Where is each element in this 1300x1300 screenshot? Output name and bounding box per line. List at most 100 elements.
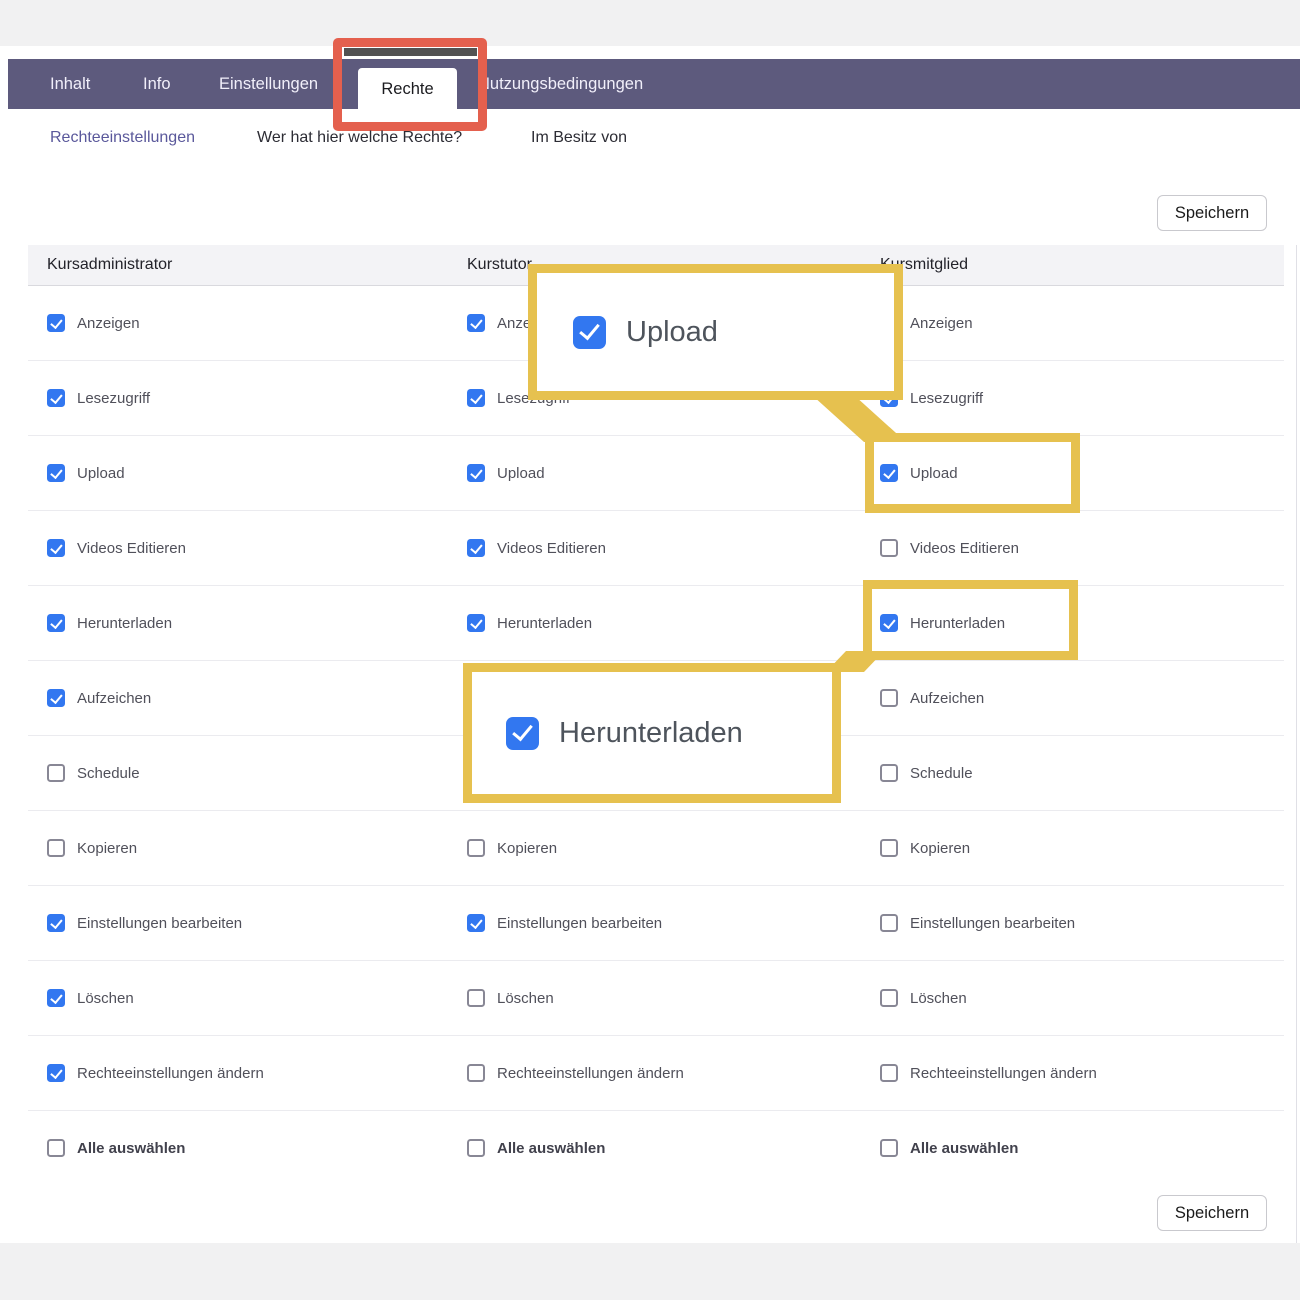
herunterladen-zoom-callout: Herunterladen bbox=[463, 663, 841, 803]
permission-cell: Videos Editieren bbox=[47, 511, 186, 585]
permission-cell: Kopieren bbox=[880, 811, 970, 885]
checkbox-checked[interactable] bbox=[467, 614, 485, 632]
permission-label: Alle auswählen bbox=[77, 1140, 185, 1157]
bottom-gray-band bbox=[0, 1243, 1300, 1300]
tab-inhalt[interactable]: Inhalt bbox=[50, 59, 90, 109]
checkbox-checked-icon bbox=[573, 316, 606, 349]
checkbox-checked[interactable] bbox=[467, 539, 485, 557]
checkbox-checked[interactable] bbox=[467, 914, 485, 932]
permission-cell: Schedule bbox=[880, 736, 973, 810]
permission-cell: Alle auswählen bbox=[47, 1111, 185, 1185]
permission-cell: Löschen bbox=[467, 961, 554, 1035]
checkbox-unchecked[interactable] bbox=[880, 914, 898, 932]
checkbox-unchecked[interactable] bbox=[467, 989, 485, 1007]
permission-cell: Kopieren bbox=[47, 811, 137, 885]
checkbox-checked[interactable] bbox=[47, 539, 65, 557]
checkbox-unchecked[interactable] bbox=[47, 764, 65, 782]
subtab-wer-hat-rechte[interactable]: Wer hat hier welche Rechte? bbox=[257, 129, 462, 149]
checkbox-unchecked[interactable] bbox=[880, 764, 898, 782]
permission-label: Videos Editieren bbox=[497, 540, 606, 557]
checkbox-checked[interactable] bbox=[47, 389, 65, 407]
checkbox-unchecked[interactable] bbox=[880, 1139, 898, 1157]
permission-cell: Löschen bbox=[47, 961, 134, 1035]
checkbox-unchecked[interactable] bbox=[47, 839, 65, 857]
permission-label: Herunterladen bbox=[77, 615, 172, 632]
subtab-im-besitz-von[interactable]: Im Besitz von bbox=[531, 129, 627, 149]
permission-label: Schedule bbox=[77, 765, 140, 782]
permission-cell: Rechteeinstellungen ändern bbox=[880, 1036, 1097, 1110]
permission-label: Herunterladen bbox=[497, 615, 592, 632]
permission-label: Aufzeichen bbox=[77, 690, 151, 707]
permission-label: Einstellungen bearbeiten bbox=[77, 915, 242, 932]
checkbox-checked[interactable] bbox=[47, 1064, 65, 1082]
permission-cell: Alle auswählen bbox=[467, 1111, 605, 1185]
permission-cell: Kopieren bbox=[467, 811, 557, 885]
herunterladen-callout-label: Herunterladen bbox=[559, 717, 743, 750]
table-row: Alle auswählenAlle auswählenAlle auswähl… bbox=[28, 1111, 1284, 1185]
permission-label: Videos Editieren bbox=[77, 540, 186, 557]
tab-info[interactable]: Info bbox=[143, 59, 171, 109]
column-header: Kurstutor bbox=[467, 245, 532, 285]
permission-label: Kopieren bbox=[77, 840, 137, 857]
checkbox-checked[interactable] bbox=[47, 989, 65, 1007]
permission-label: Rechteeinstellungen ändern bbox=[910, 1065, 1097, 1082]
save-button-top[interactable]: Speichern bbox=[1157, 195, 1267, 231]
checkbox-unchecked[interactable] bbox=[880, 1064, 898, 1082]
checkbox-checked-icon bbox=[506, 717, 539, 750]
table-row: Kopieren Kopieren Kopieren bbox=[28, 811, 1284, 886]
table-row: UploadUploadUpload bbox=[28, 436, 1284, 511]
tab-nutzungsbedingungen[interactable]: Nutzungsbedingungen bbox=[478, 59, 643, 109]
permission-cell: Aufzeichen bbox=[47, 661, 151, 735]
permission-cell: Einstellungen bearbeiten bbox=[467, 886, 662, 960]
checkbox-checked[interactable] bbox=[467, 314, 485, 332]
upload-zoom-callout: Upload bbox=[528, 264, 903, 400]
permission-label: Lesezugriff bbox=[910, 390, 983, 407]
permission-label: Upload bbox=[77, 465, 125, 482]
checkbox-unchecked[interactable] bbox=[880, 989, 898, 1007]
permission-cell: Videos Editieren bbox=[467, 511, 606, 585]
checkbox-unchecked[interactable] bbox=[880, 839, 898, 857]
permission-cell: Aufzeichen bbox=[880, 661, 984, 735]
table-row: Einstellungen bearbeiten Einstellungen be… bbox=[28, 886, 1284, 961]
checkbox-checked[interactable] bbox=[47, 914, 65, 932]
checkbox-unchecked[interactable] bbox=[880, 689, 898, 707]
save-button-bottom[interactable]: Speichern bbox=[1157, 1195, 1267, 1231]
red-highlight-annotation bbox=[333, 38, 487, 131]
upload-highlight-frame bbox=[865, 433, 1080, 513]
permission-label: Aufzeichen bbox=[910, 690, 984, 707]
permission-label: Upload bbox=[497, 465, 545, 482]
checkbox-checked[interactable] bbox=[467, 389, 485, 407]
checkbox-checked[interactable] bbox=[47, 689, 65, 707]
checkbox-unchecked[interactable] bbox=[467, 1064, 485, 1082]
permission-label: Anzeigen bbox=[77, 315, 140, 332]
checkbox-checked[interactable] bbox=[47, 614, 65, 632]
permission-label: Rechteeinstellungen ändern bbox=[77, 1065, 264, 1082]
checkbox-unchecked[interactable] bbox=[880, 539, 898, 557]
checkbox-checked[interactable] bbox=[47, 314, 65, 332]
permission-label: Löschen bbox=[910, 990, 967, 1007]
checkbox-checked[interactable] bbox=[47, 464, 65, 482]
checkbox-checked[interactable] bbox=[467, 464, 485, 482]
permission-cell: Rechteeinstellungen ändern bbox=[47, 1036, 264, 1110]
permission-cell: Videos Editieren bbox=[880, 511, 1019, 585]
permission-label: Kopieren bbox=[910, 840, 970, 857]
permission-cell: Anzeigen bbox=[47, 286, 140, 360]
permission-label: Rechteeinstellungen ändern bbox=[497, 1065, 684, 1082]
tab-einstellungen[interactable]: Einstellungen bbox=[219, 59, 318, 109]
checkbox-unchecked[interactable] bbox=[467, 1139, 485, 1157]
permission-label: Videos Editieren bbox=[910, 540, 1019, 557]
checkbox-unchecked[interactable] bbox=[47, 1139, 65, 1157]
table-row: Videos Editieren Videos Editieren Videos E… bbox=[28, 511, 1284, 586]
permission-cell: Schedule bbox=[47, 736, 140, 810]
main-tab-bar: Inhalt Info Einstellungen Rechte Nutzung… bbox=[8, 59, 1300, 109]
permission-cell: Herunterladen bbox=[467, 586, 592, 660]
subtab-rechteeinstellungen[interactable]: Rechteeinstellungen bbox=[50, 129, 195, 149]
permission-label: Schedule bbox=[910, 765, 973, 782]
permission-cell: Löschen bbox=[880, 961, 967, 1035]
checkbox-unchecked[interactable] bbox=[467, 839, 485, 857]
permission-label: Löschen bbox=[497, 990, 554, 1007]
table-row: Rechteeinstellungen ändern Rechteeinstell… bbox=[28, 1036, 1284, 1111]
permission-cell: Herunterladen bbox=[47, 586, 172, 660]
permission-cell: Upload bbox=[47, 436, 125, 510]
permission-cell: Lesezugriff bbox=[47, 361, 150, 435]
